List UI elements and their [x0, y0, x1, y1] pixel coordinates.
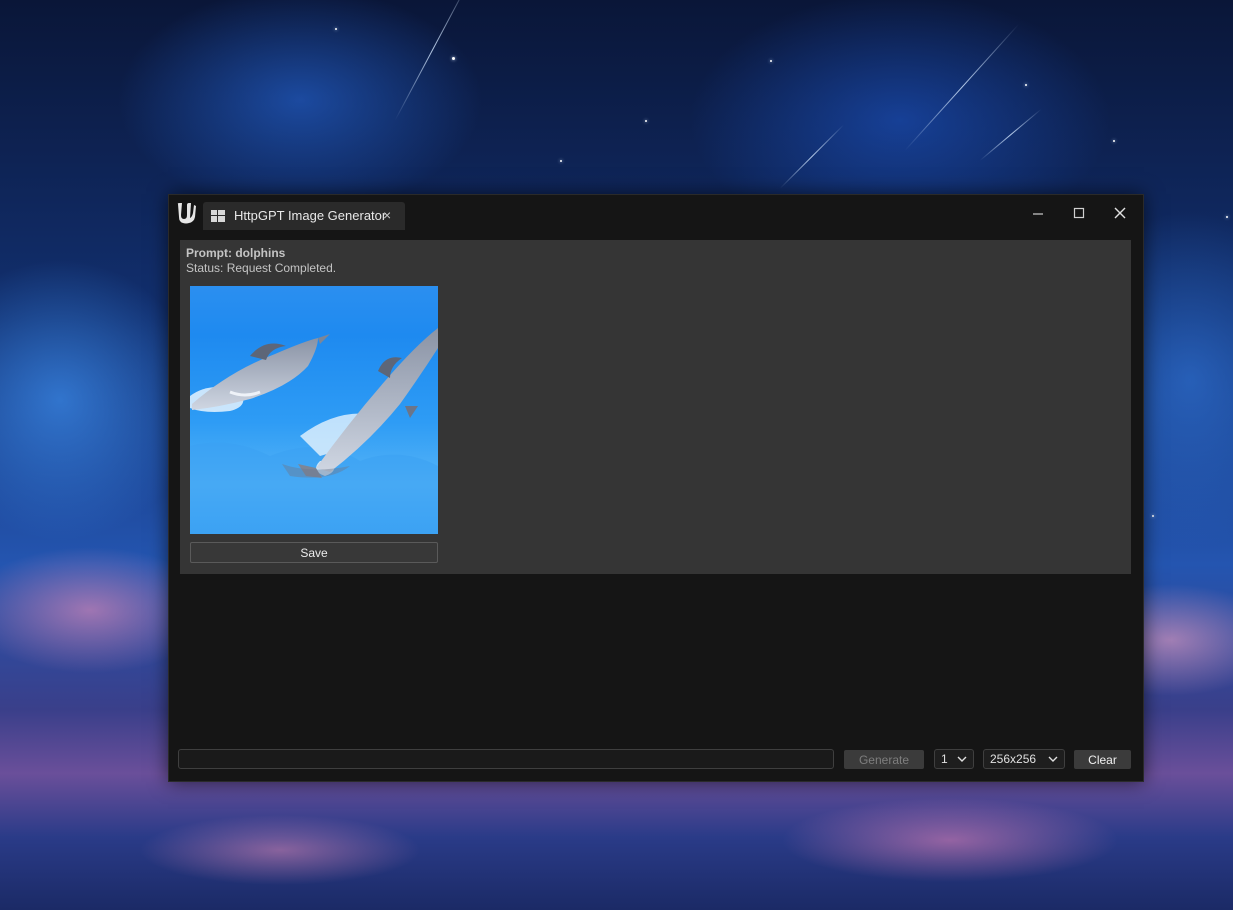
star [1025, 84, 1027, 86]
shooting-star [904, 23, 1020, 151]
prompt-input[interactable] [178, 749, 834, 769]
minimize-button[interactable] [1022, 201, 1054, 225]
star [770, 60, 772, 62]
maximize-icon [1073, 207, 1085, 219]
shooting-star [394, 0, 471, 121]
title-bar[interactable]: HttpGPT Image Generator × [169, 195, 1143, 235]
shooting-star [779, 124, 844, 189]
results-panel: Prompt: dolphins Status: Request Complet… [180, 240, 1131, 574]
clear-button[interactable]: Clear [1074, 750, 1131, 769]
minimize-icon [1033, 213, 1043, 215]
star [1113, 140, 1115, 142]
dolphins-image [190, 328, 438, 534]
generate-button[interactable]: Generate [844, 750, 924, 769]
image-count-select[interactable]: 1 [934, 749, 974, 769]
image-count-value: 1 [941, 752, 948, 766]
star [560, 160, 562, 162]
shooting-star [979, 108, 1042, 161]
window-grid-icon [211, 210, 225, 222]
image-size-select[interactable]: 256x256 [983, 749, 1065, 769]
close-button[interactable] [1104, 201, 1136, 225]
tab-close-icon[interactable]: × [383, 207, 391, 223]
star [1226, 216, 1228, 218]
close-icon [1114, 207, 1126, 219]
chevron-down-icon [957, 756, 967, 762]
status-label: Status: Request Completed. [186, 261, 337, 275]
maximize-button[interactable] [1063, 201, 1095, 225]
save-button[interactable]: Save [190, 542, 438, 563]
star [1152, 515, 1154, 517]
tab-httpgpt-image-generator[interactable]: HttpGPT Image Generator × [203, 202, 405, 230]
unreal-engine-logo-icon [177, 203, 196, 224]
generated-image [190, 286, 438, 534]
desktop-wallpaper: HttpGPT Image Generator × Prompt: dolphi… [0, 0, 1233, 910]
chevron-down-icon [1048, 756, 1058, 762]
tab-title: HttpGPT Image Generator [234, 208, 387, 223]
star [645, 120, 647, 122]
image-size-value: 256x256 [990, 752, 1037, 766]
star [335, 28, 337, 30]
app-window: HttpGPT Image Generator × Prompt: dolphi… [168, 194, 1144, 782]
prompt-label: Prompt: dolphins [186, 246, 286, 260]
star [452, 57, 455, 60]
